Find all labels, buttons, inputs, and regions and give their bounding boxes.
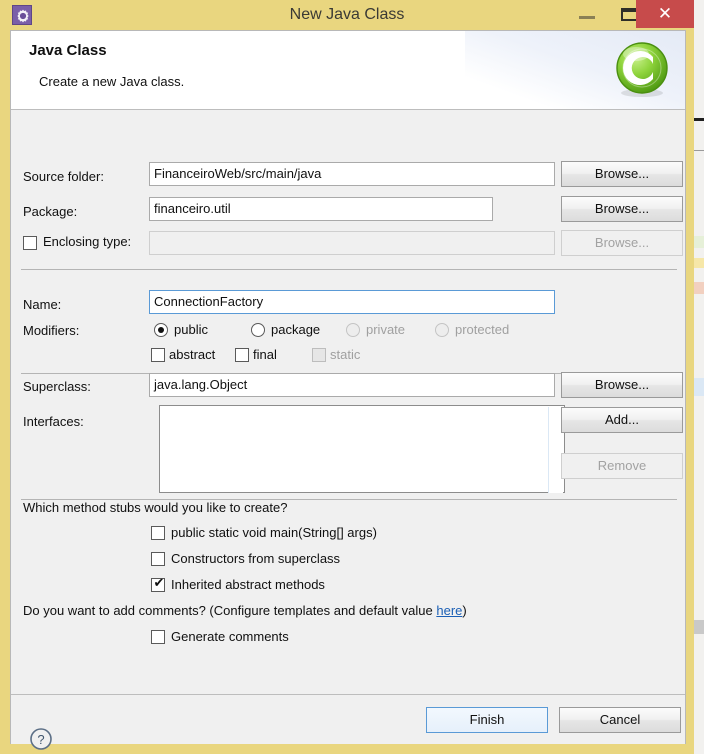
modifier-label-private: private — [366, 322, 406, 337]
generate-comments-checkbox[interactable] — [151, 630, 165, 644]
checkmark-icon: ✔ — [153, 575, 165, 590]
form-body: Source folder: FinanceiroWeb/src/main/ja… — [11, 110, 685, 694]
modifier-label-abstract: abstract — [169, 347, 216, 362]
superclass-input[interactable]: java.lang.Object — [149, 373, 555, 397]
new-java-class-dialog: New Java Class ✕ Java Class Create a new… — [0, 0, 694, 754]
stub-checkbox-constructors[interactable] — [151, 552, 165, 566]
modifiers-label: Modifiers: — [23, 323, 80, 338]
cancel-button[interactable]: Cancel — [559, 707, 681, 733]
modifier-checkbox-final[interactable] — [235, 348, 249, 362]
source-folder-label: Source folder: — [23, 169, 104, 184]
interfaces-remove-button: Remove — [561, 453, 683, 479]
modifier-label-package: package — [271, 322, 321, 337]
modifier-radio-package[interactable] — [251, 323, 265, 337]
name-label: Name: — [23, 297, 62, 312]
modifier-checkbox-abstract[interactable] — [151, 348, 165, 362]
radio-dot — [158, 327, 164, 333]
comments-question-prefix: Do you want to add comments? (Configure … — [23, 603, 437, 618]
svg-text:?: ? — [37, 732, 44, 747]
close-button[interactable]: ✕ — [636, 0, 694, 28]
package-input[interactable]: financeiro.util — [149, 197, 493, 221]
background-ide-strip — [694, 0, 704, 754]
finish-button[interactable]: Finish — [426, 707, 548, 733]
interfaces-list[interactable] — [159, 405, 565, 493]
minimize-button[interactable] — [566, 0, 608, 28]
modifier-label-protected: protected — [455, 322, 510, 337]
dialog-client-area: Java Class Create a new Java class. Sour… — [10, 30, 686, 750]
package-label: Package: — [23, 204, 78, 219]
source-folder-browse-button[interactable]: Browse... — [561, 161, 683, 187]
modifier-label-final: final — [253, 347, 277, 362]
close-icon: ✕ — [657, 4, 673, 23]
page-description: Create a new Java class. — [39, 74, 185, 89]
section-separator-1 — [21, 269, 677, 270]
enclosing-type-browse-button: Browse... — [561, 230, 683, 256]
help-question-icon[interactable]: ? — [29, 727, 53, 751]
comments-question: Do you want to add comments? (Configure … — [23, 603, 467, 618]
modifier-radio-private — [346, 323, 360, 337]
modifier-radio-public[interactable] — [154, 323, 168, 337]
stub-checkbox-inherited[interactable]: ✔ — [151, 575, 165, 592]
modifier-label-static: static — [330, 347, 361, 362]
generate-comments-label: Generate comments — [171, 629, 289, 644]
minimize-icon — [579, 16, 595, 19]
modifier-checkbox-static — [312, 348, 326, 362]
green-class-badge-icon — [616, 42, 668, 97]
source-folder-input[interactable]: FinanceiroWeb/src/main/java — [149, 162, 555, 186]
wizard-header: Java Class Create a new Java class. — [11, 31, 685, 110]
modifier-radio-protected — [435, 323, 449, 337]
stub-label-main: public static void main(String[] args) — [171, 525, 377, 540]
interfaces-add-button[interactable]: Add... — [561, 407, 683, 433]
comments-question-suffix: ) — [462, 603, 467, 618]
class-name-input[interactable]: ConnectionFactory — [149, 290, 555, 314]
title-bar[interactable]: New Java Class ✕ — [0, 0, 694, 30]
enclosing-type-checkbox[interactable] — [23, 236, 37, 250]
stub-label-inherited: Inherited abstract methods — [171, 577, 325, 592]
interfaces-label: Interfaces: — [23, 414, 84, 429]
enclosing-type-label: Enclosing type: — [43, 234, 132, 249]
enclosing-type-input — [149, 231, 555, 255]
page-title: Java Class — [29, 42, 107, 59]
method-stubs-question: Which method stubs would you like to cre… — [23, 500, 288, 515]
modifier-label-public: public — [174, 322, 208, 337]
dialog-button-bar: ? Finish Cancel — [11, 694, 685, 750]
stub-checkbox-main[interactable] — [151, 526, 165, 540]
superclass-browse-button[interactable]: Browse... — [561, 372, 683, 398]
stub-label-constructors: Constructors from superclass — [171, 551, 341, 566]
superclass-label: Superclass: — [23, 379, 91, 394]
package-browse-button[interactable]: Browse... — [561, 196, 683, 222]
configure-templates-link[interactable]: here — [436, 603, 462, 618]
